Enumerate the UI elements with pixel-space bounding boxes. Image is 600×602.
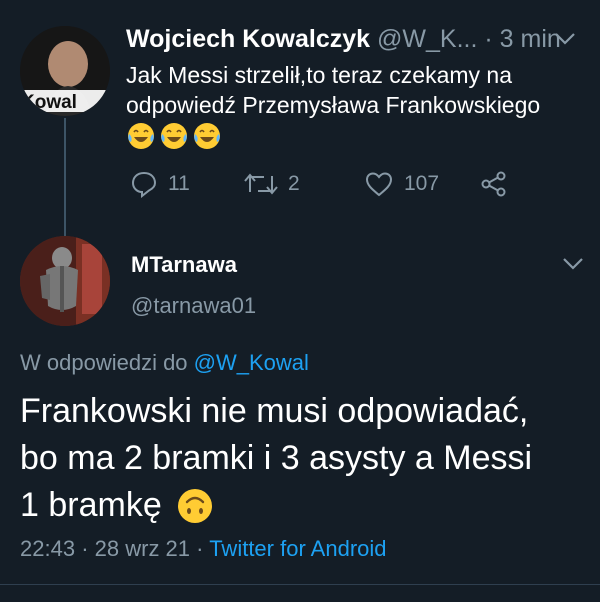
- tweet-text-line: odpowiedź Przemysława Frankowskiego: [126, 92, 541, 118]
- tweet-text-fragment: 1 bramkę: [20, 486, 162, 524]
- like-button[interactable]: 107: [364, 170, 439, 198]
- laughing-emojis: 😂😂😂: [126, 121, 222, 151]
- thread-line: [64, 118, 66, 236]
- divider: [0, 584, 600, 585]
- svg-text:Kowal: Kowal: [21, 92, 77, 113]
- tweet-text-line: Frankowski nie musi odpowiadać,: [20, 392, 529, 430]
- author-handle[interactable]: @tarnawa01: [131, 292, 256, 320]
- upside-down-face-emoji-icon: [177, 488, 212, 523]
- source-link[interactable]: Twitter for Android: [209, 536, 386, 561]
- tweet-date: 28 wrz 21: [94, 536, 191, 561]
- author-name[interactable]: MTarnawa: [131, 251, 237, 279]
- tweet-time: 22:43: [20, 536, 76, 561]
- share-button[interactable]: [480, 170, 508, 198]
- author-handle[interactable]: @W_K...: [377, 25, 477, 53]
- separator: ·: [81, 536, 89, 561]
- tweet-text-line: bo ma 2 bramki i 3 asysty a Messi: [20, 439, 533, 477]
- tweet-text-line: 1 bramkę 🙃: [20, 482, 590, 529]
- reply-button[interactable]: 11: [130, 170, 190, 198]
- avatar[interactable]: [20, 236, 110, 326]
- reply-context: W odpowiedzi do @W_Kowal: [20, 348, 309, 378]
- share-icon: [481, 171, 506, 197]
- reply-icon: [131, 171, 157, 198]
- chevron-down-icon[interactable]: [552, 28, 578, 53]
- tweet1-header: Wojciech Kowalczyk @W_K... · 3 min: [126, 24, 586, 54]
- reply-count: 11: [168, 172, 190, 195]
- laughing-emoji-icon: [128, 123, 220, 149]
- chevron-down-icon[interactable]: [560, 253, 586, 278]
- like-icon: [365, 172, 393, 197]
- avatar[interactable]: Kowal: [20, 26, 110, 116]
- reply-handle-link[interactable]: @W_Kowal: [194, 350, 309, 375]
- author-name[interactable]: Wojciech Kowalczyk: [126, 25, 370, 53]
- reply-prefix: W odpowiedzi do: [20, 350, 188, 375]
- separator: ·: [484, 25, 493, 53]
- tweet2-meta: 22:43 · 28 wrz 21 · Twitter for Android: [20, 535, 387, 563]
- separator: ·: [196, 536, 204, 561]
- tweet1-text: Jak Messi strzelił,to teraz czekamy na o…: [126, 60, 586, 120]
- retweet-count: 2: [288, 172, 300, 195]
- tweet2-text: Frankowski nie musi odpowiadać, bo ma 2 …: [20, 388, 590, 529]
- tweet-text-line: Jak Messi strzelił,to teraz czekamy na: [126, 62, 513, 88]
- retweet-button[interactable]: 2: [244, 170, 300, 198]
- like-count: 107: [404, 172, 440, 195]
- retweet-icon: [244, 173, 278, 195]
